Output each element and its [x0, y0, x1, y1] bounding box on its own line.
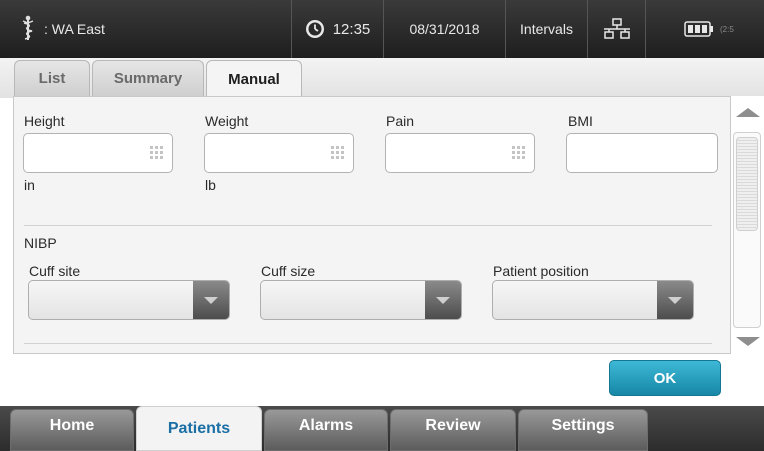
- time-label: 12:35: [332, 20, 371, 38]
- section-divider: [24, 225, 712, 226]
- nav-tab-review-label: Review: [425, 417, 481, 434]
- keypad-icon: [150, 146, 163, 159]
- tab-manual[interactable]: Manual: [206, 60, 302, 98]
- keypad-icon: [512, 146, 525, 159]
- ok-button[interactable]: OK: [609, 360, 721, 396]
- tab-summary[interactable]: Summary: [92, 60, 204, 96]
- keypad-icon: [331, 146, 344, 159]
- nav-tab-patients[interactable]: Patients: [136, 406, 262, 451]
- status-bar: : WA East 12:35 08/31/2018 Intervals (2:…: [0, 0, 764, 58]
- nav-tab-settings-label: Settings: [551, 417, 615, 434]
- caduceus-icon: [22, 15, 34, 44]
- cuff-site-dropdown[interactable]: [28, 280, 230, 320]
- network-status[interactable]: [588, 0, 646, 58]
- battery-icon: [684, 21, 714, 37]
- nav-tab-review[interactable]: Review: [390, 409, 516, 451]
- clock-display[interactable]: 12:35: [292, 0, 384, 58]
- pain-label: Pain: [386, 113, 415, 129]
- nav-tab-settings[interactable]: Settings: [518, 409, 648, 451]
- weight-label: Weight: [205, 113, 249, 129]
- scroll-down-icon[interactable]: [736, 337, 760, 346]
- chevron-down-icon[interactable]: [657, 281, 693, 319]
- date-label: 08/31/2018: [409, 21, 480, 37]
- height-unit: in: [24, 177, 35, 193]
- cuff-site-label: Cuff site: [29, 263, 81, 279]
- nav-tab-home-label: Home: [49, 417, 95, 434]
- tab-list[interactable]: List: [14, 60, 90, 96]
- tab-list-label: List: [38, 70, 66, 87]
- section-divider: [24, 343, 712, 344]
- patient-position-dropdown[interactable]: [492, 280, 694, 320]
- clock-icon: [305, 19, 325, 39]
- mode-label: Intervals: [520, 21, 573, 37]
- tab-summary-label: Summary: [113, 70, 183, 87]
- scroll-thumb[interactable]: [736, 137, 758, 231]
- tab-manual-label: Manual: [228, 71, 280, 88]
- patient-position-label: Patient position: [493, 263, 589, 279]
- cuff-size-label: Cuff size: [261, 263, 316, 279]
- action-bar: OK: [0, 358, 764, 408]
- weight-field[interactable]: [204, 133, 354, 173]
- height-field[interactable]: [23, 133, 173, 173]
- location-label: : WA East: [44, 21, 105, 37]
- bmi-label: BMI: [568, 113, 593, 129]
- mode-selector[interactable]: Intervals: [506, 0, 588, 58]
- weight-unit: lb: [205, 177, 216, 193]
- pain-field[interactable]: [385, 133, 535, 173]
- nav-tab-alarms[interactable]: Alarms: [264, 409, 388, 451]
- location-indicator[interactable]: : WA East: [0, 0, 292, 58]
- cuff-size-dropdown[interactable]: [260, 280, 462, 320]
- ok-button-label: OK: [653, 369, 677, 387]
- nibp-section-title: NIBP: [24, 235, 57, 251]
- network-icon: [602, 18, 632, 40]
- chevron-down-icon[interactable]: [425, 281, 461, 319]
- date-display[interactable]: 08/31/2018: [384, 0, 506, 58]
- nav-tab-patients-label: Patients: [167, 419, 231, 437]
- scroll-up-icon[interactable]: [736, 108, 760, 117]
- battery-time-label: (2:5: [720, 24, 734, 34]
- manual-entry-panel: Height in Weight lb Pain BMI NIBP Cuff s…: [13, 96, 731, 354]
- scroll-track[interactable]: [733, 132, 761, 328]
- battery-status[interactable]: (2:5: [646, 0, 764, 58]
- view-tabs: List Summary Manual: [0, 58, 764, 98]
- bmi-field: [566, 133, 718, 173]
- bottom-navigation: Home Patients Alarms Review Settings: [0, 406, 764, 451]
- height-label: Height: [24, 113, 65, 129]
- nav-tab-home[interactable]: Home: [10, 409, 134, 451]
- chevron-down-icon[interactable]: [193, 281, 229, 319]
- nav-tab-alarms-label: Alarms: [298, 417, 354, 434]
- scrollbar[interactable]: [731, 96, 764, 358]
